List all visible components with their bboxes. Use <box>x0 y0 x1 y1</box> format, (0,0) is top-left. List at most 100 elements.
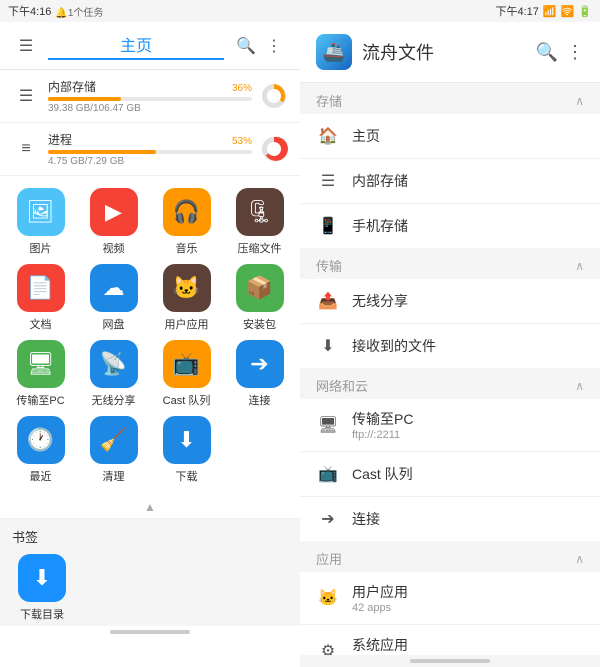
app-docs[interactable]: 📄 文档 <box>8 264 73 332</box>
bookmark-download[interactable]: ⬇ 下载目录 <box>12 554 72 622</box>
bookmark-download-icon: ⬇ <box>18 554 66 602</box>
app-cast-queue[interactable]: 📺 Cast 队列 <box>154 340 219 408</box>
transfer-pc-drawer-icon: 🖥 <box>316 413 340 437</box>
drawer-item-system-apps[interactable]: ⚙ 系统应用 272 apps <box>300 625 600 655</box>
drawer-content: 存储 ∧ 🏠 主页 ☰ 内部存储 📱 <box>300 83 600 655</box>
process-size: 4.75 GB/7.29 GB <box>48 156 252 167</box>
drawer-item-system-apps-label: 系统应用 <box>352 635 584 655</box>
section-storage-toggle[interactable]: ∧ <box>575 94 584 108</box>
drawer-item-wireless[interactable]: 📤 无线分享 <box>300 279 600 324</box>
search-button[interactable]: 🔍 <box>232 32 260 60</box>
drawer-item-cast[interactable]: 📺 Cast 队列 <box>300 452 600 497</box>
app-transfer-pc[interactable]: 🖥 传输至PC <box>8 340 73 408</box>
drawer-item-home[interactable]: 🏠 主页 <box>300 114 600 159</box>
section-network-header: 网络和云 ∧ <box>300 368 600 399</box>
drawer-more-icon[interactable]: ⋮ <box>566 42 584 63</box>
left-panel: ☰ 主页 🔍 ⋮ ☰ 内部存储 36% 39.38 GB/106.47 GB <box>0 22 300 667</box>
drawer-item-connect-text: 连接 <box>352 509 584 529</box>
system-apps-icon: ⚙ <box>316 639 340 655</box>
app-video[interactable]: ▶ 视频 <box>81 188 146 256</box>
recent-label: 最近 <box>30 468 52 484</box>
app-wifi-share[interactable]: 📡 无线分享 <box>81 340 146 408</box>
battery-icon: 🔋 <box>578 5 592 18</box>
drawer-item-user-apps[interactable]: 🐱 用户应用 42 apps <box>300 572 600 625</box>
signal-icon: 📶 <box>543 5 557 18</box>
storage-pie <box>260 82 288 110</box>
toolbar: ☰ 主页 🔍 ⋮ <box>0 22 300 70</box>
drawer-item-received[interactable]: ⬇ 接收到的文件 <box>300 324 600 368</box>
drawer-item-wireless-text: 无线分享 <box>352 291 584 311</box>
app-zip[interactable]: 🗜 压缩文件 <box>227 188 292 256</box>
collapse-arrow[interactable]: ▲ <box>0 496 300 519</box>
clean-icon: 🧹 <box>90 416 138 464</box>
more-button[interactable]: ⋮ <box>260 32 288 60</box>
storage-card[interactable]: ☰ 内部存储 36% 39.38 GB/106.47 GB <box>0 70 300 123</box>
app-grid: 🖼 图片 ▶ 视频 🎧 音乐 🗜 压缩文件 📄 文档 ☁ 网盘 <box>0 176 300 496</box>
connect-label: 连接 <box>249 392 271 408</box>
right-panel: 🚢 流舟文件 🔍 ⋮ 存储 ∧ 🏠 主页 <box>300 22 600 667</box>
toolbar-title: 主页 <box>48 32 224 60</box>
menu-button[interactable]: ☰ <box>12 32 40 60</box>
status-bar: 下午4:16 🔔1个任务 下午4:17 📶 🛜 🔋 <box>0 0 600 22</box>
drawer-item-internal[interactable]: ☰ 内部存储 <box>300 159 600 204</box>
section-transfer-header: 传输 ∧ <box>300 248 600 279</box>
drawer-item-user-apps-sub: 42 apps <box>352 602 584 614</box>
main-container: ☰ 主页 🔍 ⋮ ☰ 内部存储 36% 39.38 GB/106.47 GB <box>0 22 600 667</box>
drawer-search-icon[interactable]: 🔍 <box>536 42 558 63</box>
clean-label: 清理 <box>103 468 125 484</box>
app-recent[interactable]: 🕐 最近 <box>8 416 73 484</box>
status-bar-left: 下午4:16 🔔1个任务 <box>8 3 103 19</box>
drawer-item-cast-label: Cast 队列 <box>352 464 584 484</box>
app-cloud[interactable]: ☁ 网盘 <box>81 264 146 332</box>
drawer-app-name: 流舟文件 <box>362 39 434 65</box>
cast-queue-icon: 📺 <box>163 340 211 388</box>
section-transfer-items: 📤 无线分享 ⬇ 接收到的文件 <box>300 279 600 368</box>
storage-icon: ☰ <box>12 82 40 110</box>
section-storage-items: 🏠 主页 ☰ 内部存储 📱 手机存储 <box>300 114 600 248</box>
process-card[interactable]: ≡ 进程 53% 4.75 GB/7.29 GB <box>0 123 300 176</box>
app-connect[interactable]: ➔ 连接 <box>227 340 292 408</box>
wifi-share-label: 无线分享 <box>92 392 136 408</box>
drawer-item-phone-label: 手机存储 <box>352 216 584 236</box>
process-icon: ≡ <box>12 135 40 163</box>
drawer-item-cast-text: Cast 队列 <box>352 464 584 484</box>
connect-icon: ➔ <box>236 340 284 388</box>
app-pictures[interactable]: 🖼 图片 <box>8 188 73 256</box>
drawer-item-transfer-pc[interactable]: 🖥 传输至PC ftp://:2211 <box>300 399 600 452</box>
drawer-item-phone-text: 手机存储 <box>352 216 584 236</box>
drawer-item-phone[interactable]: 📱 手机存储 <box>300 204 600 248</box>
user-apps-icon: 🐱 <box>163 264 211 312</box>
process-label: 进程 <box>48 131 252 148</box>
bookmark-download-label: 下载目录 <box>20 606 64 622</box>
storage-info: 内部存储 36% 39.38 GB/106.47 GB <box>48 78 252 114</box>
drawer-item-connect[interactable]: ➔ 连接 <box>300 497 600 541</box>
recent-icon: 🕐 <box>17 416 65 464</box>
section-network-toggle[interactable]: ∧ <box>575 379 584 393</box>
zip-label: 压缩文件 <box>238 240 282 256</box>
drawer-item-connect-label: 连接 <box>352 509 584 529</box>
app-clean[interactable]: 🧹 清理 <box>81 416 146 484</box>
app-download[interactable]: ⬇ 下载 <box>154 416 219 484</box>
app-apk[interactable]: 📦 安装包 <box>227 264 292 332</box>
app-music[interactable]: 🎧 音乐 <box>154 188 219 256</box>
wireless-icon: 📤 <box>316 289 340 313</box>
drawer-item-system-apps-text: 系统应用 272 apps <box>352 635 584 655</box>
section-apps-toggle[interactable]: ∧ <box>575 552 584 566</box>
storage-label: 内部存储 <box>48 78 252 95</box>
process-pie <box>260 135 288 163</box>
app-user-apps[interactable]: 🐱 用户应用 <box>154 264 219 332</box>
cast-queue-label: Cast 队列 <box>163 392 211 408</box>
connect-drawer-icon: ➔ <box>316 507 340 531</box>
user-apps-drawer-icon: 🐱 <box>316 586 340 610</box>
drawer-item-home-label: 主页 <box>352 126 584 146</box>
drawer-header: 🚢 流舟文件 🔍 ⋮ <box>300 22 600 83</box>
cloud-icon: ☁ <box>90 264 138 312</box>
drawer-item-wireless-label: 无线分享 <box>352 291 584 311</box>
drawer-item-transfer-pc-sub: ftp://:2211 <box>352 429 584 441</box>
phone-icon: 📱 <box>316 214 340 238</box>
section-apps-header: 应用 ∧ <box>300 541 600 572</box>
internal-icon: ☰ <box>316 169 340 193</box>
drawer-item-transfer-pc-text: 传输至PC ftp://:2211 <box>352 409 584 441</box>
section-transfer-toggle[interactable]: ∧ <box>575 259 584 273</box>
transfer-pc-label: 传输至PC <box>16 392 64 408</box>
